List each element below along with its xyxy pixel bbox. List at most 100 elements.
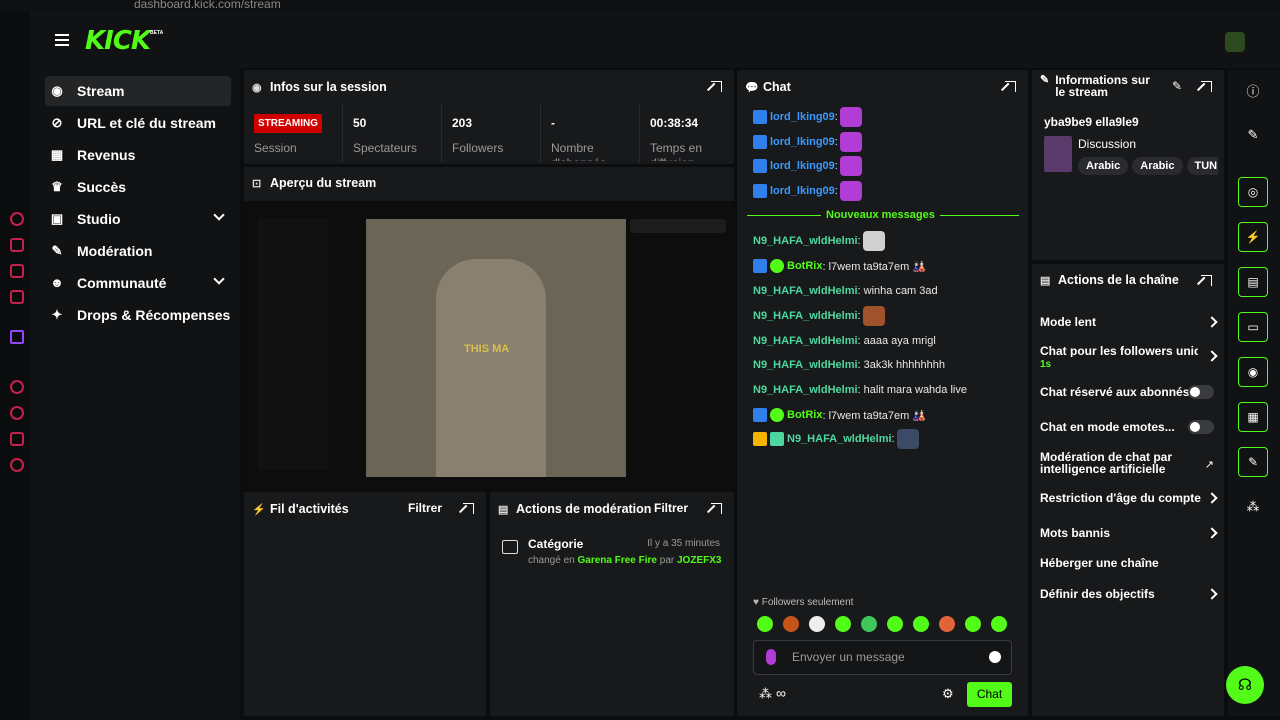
chat-message[interactable]: lord_lking09: [753, 107, 862, 127]
chat-icon[interactable]: ▭ [1238, 312, 1268, 342]
chat-icon: 💬 [745, 81, 759, 94]
gear-icon[interactable]: ⚙ [942, 686, 954, 702]
extensions-icon[interactable] [10, 432, 24, 446]
sidebar-item-moderation[interactable]: ✎ Modération [45, 236, 231, 266]
popout-icon[interactable] [1201, 275, 1212, 286]
goals-action[interactable]: Définir des objectifs [1040, 588, 1216, 600]
popout-icon[interactable] [463, 503, 474, 514]
wrench-icon: ✎ [1040, 74, 1050, 86]
popout-icon[interactable] [711, 503, 722, 514]
subs-only-toggle[interactable] [1188, 385, 1214, 399]
chat-message[interactable]: lord_lking09: [753, 156, 862, 176]
wrench-icon[interactable]: ✎ [1238, 447, 1268, 477]
host-channel-action[interactable]: Héberger une chaîne [1040, 557, 1216, 569]
category-name[interactable]: Discussion [1078, 137, 1136, 151]
age-restriction-action[interactable]: Restriction d'âge du compte [1040, 492, 1216, 504]
chat-message[interactable]: N9_HAFA_wldHelmi: [753, 429, 919, 449]
activity-filter-button[interactable]: Filtrer [408, 501, 442, 515]
chat-message[interactable]: N9_HAFA_wldHelmi: 3ak3k hhhhhhhh [753, 357, 945, 373]
mic-icon[interactable] [766, 649, 776, 665]
twitch-icon[interactable] [10, 330, 24, 344]
chat-send-button[interactable]: Chat [967, 682, 1012, 707]
emote-icon[interactable] [887, 616, 903, 632]
mail-icon[interactable] [10, 290, 24, 304]
camera-icon[interactable]: ◎ [1238, 177, 1268, 207]
stat-followers: 203 Followers [442, 104, 541, 162]
chevron-right-icon[interactable] [1206, 350, 1218, 362]
chat-message[interactable]: BotRix: l7wem ta9ta7em 🎎 [753, 258, 926, 274]
settings-icon[interactable] [10, 458, 24, 472]
video-frame: THIS MA [366, 219, 626, 477]
emote-icon[interactable] [757, 616, 773, 632]
emote-icon[interactable] [809, 616, 825, 632]
chat-input[interactable]: Envoyer un message [753, 640, 1012, 675]
info-icon[interactable]: ⓘ [1238, 75, 1268, 105]
infinity-icon[interactable]: ∞ [776, 685, 786, 701]
emote-icon[interactable] [783, 616, 799, 632]
kick-logo[interactable]: KICK [85, 26, 151, 56]
chat-message[interactable]: N9_HAFA_wldHelmi: halit mara wahda live [753, 382, 967, 398]
slow-mode-action[interactable]: Mode lent [1040, 316, 1216, 328]
notes-icon[interactable]: ▤ [1238, 267, 1268, 297]
window-icon[interactable] [10, 264, 24, 278]
streaming-badge: STREAMING [254, 114, 322, 133]
mod-item-desc: changé en Garena Free Fire par JOZEFX3 [528, 555, 722, 566]
link-icon: ⊘ [51, 115, 63, 130]
emote-mode-toggle[interactable] [1188, 420, 1214, 434]
chat-message[interactable]: lord_lking09: [753, 132, 862, 152]
bolt-icon[interactable]: ⚡ [1238, 222, 1268, 252]
emote-icon[interactable] [965, 616, 981, 632]
chat-message[interactable]: lord_lking09: [753, 181, 862, 201]
sidebar-item-community[interactable]: ☻ Communauté [45, 268, 231, 298]
emote-icon[interactable] [835, 616, 851, 632]
list-icon[interactable]: ▦ [1238, 402, 1268, 432]
avatar[interactable] [1225, 32, 1245, 52]
chat-message[interactable]: N9_HAFA_wldHelmi: winha cam 3ad [753, 283, 938, 299]
menu-icon[interactable] [55, 34, 69, 46]
chat-message[interactable]: N9_HAFA_wldHelmi: [753, 306, 885, 326]
popout-icon[interactable] [1005, 81, 1016, 92]
activity-panel: ⚡ Fil d'activités Filtrer [244, 492, 486, 716]
external-link-icon[interactable]: ↗ [1205, 458, 1214, 471]
history-icon[interactable] [10, 406, 24, 420]
sidebar-item-studio[interactable]: ▣ Studio [45, 204, 231, 234]
followers-chat-action[interactable]: Chat pour les followers uniqu [1040, 345, 1198, 357]
badge-icon [753, 184, 767, 198]
sidebar-item-stream-key[interactable]: ⊘ URL et clé du stream [45, 108, 231, 138]
community-icon[interactable]: ⁂ [1238, 492, 1268, 522]
mod-filter-button[interactable]: Filtrer [654, 501, 688, 515]
tag[interactable]: Arabic [1078, 157, 1129, 175]
sidebar-item-drops[interactable]: ✦ Drops & Récompenses [45, 300, 231, 330]
support-button[interactable]: ☊ [1226, 666, 1264, 704]
badge-icon [753, 135, 767, 149]
edit-icon[interactable]: ✎ [1172, 79, 1182, 93]
pencil-icon[interactable]: ✎ [1238, 120, 1268, 150]
popout-icon[interactable] [1201, 81, 1212, 92]
emote-icon[interactable] [913, 616, 929, 632]
bag-icon[interactable] [10, 238, 24, 252]
emote-icon[interactable] [939, 616, 955, 632]
chat-message[interactable]: BotRix: l7wem ta9ta7em 🎎 [753, 407, 926, 423]
broadcast-icon[interactable]: ◉ [1238, 357, 1268, 387]
badge-icon [753, 110, 767, 124]
emoji-icon[interactable] [989, 651, 1001, 663]
chat-message[interactable]: N9_HAFA_wldHelmi: aaaa aya mrigl [753, 333, 936, 349]
player-icon[interactable] [10, 380, 24, 394]
emote-icon[interactable] [991, 616, 1007, 632]
stream-info-panel: ✎ Informations sur le stream ✎ yba9be9 el… [1032, 70, 1224, 260]
browser-url[interactable]: dashboard.kick.com/stream [134, 0, 281, 11]
banned-words-action[interactable]: Mots bannis [1040, 527, 1216, 539]
stream-preview[interactable]: THIS MA [244, 201, 734, 489]
browser-bar: dashboard.kick.com/stream [0, 0, 1280, 12]
community-icon[interactable]: ⁂ [759, 686, 772, 702]
sidebar-item-achievements[interactable]: ♛ Succès [45, 172, 231, 202]
chat-message[interactable]: N9_HAFA_wldHelmi: [753, 231, 885, 251]
ai-moderation-action[interactable]: Modération de chat par intelligence arti… [1040, 451, 1200, 475]
speed-dial-icon[interactable] [10, 212, 24, 226]
tag[interactable]: TUN [1186, 157, 1218, 175]
emote-icon[interactable] [861, 616, 877, 632]
sidebar-item-revenue[interactable]: ▦ Revenus [45, 140, 231, 170]
tag[interactable]: Arabic [1132, 157, 1183, 175]
popout-icon[interactable] [711, 81, 722, 92]
sidebar-item-stream[interactable]: ◉ Stream [45, 76, 231, 106]
